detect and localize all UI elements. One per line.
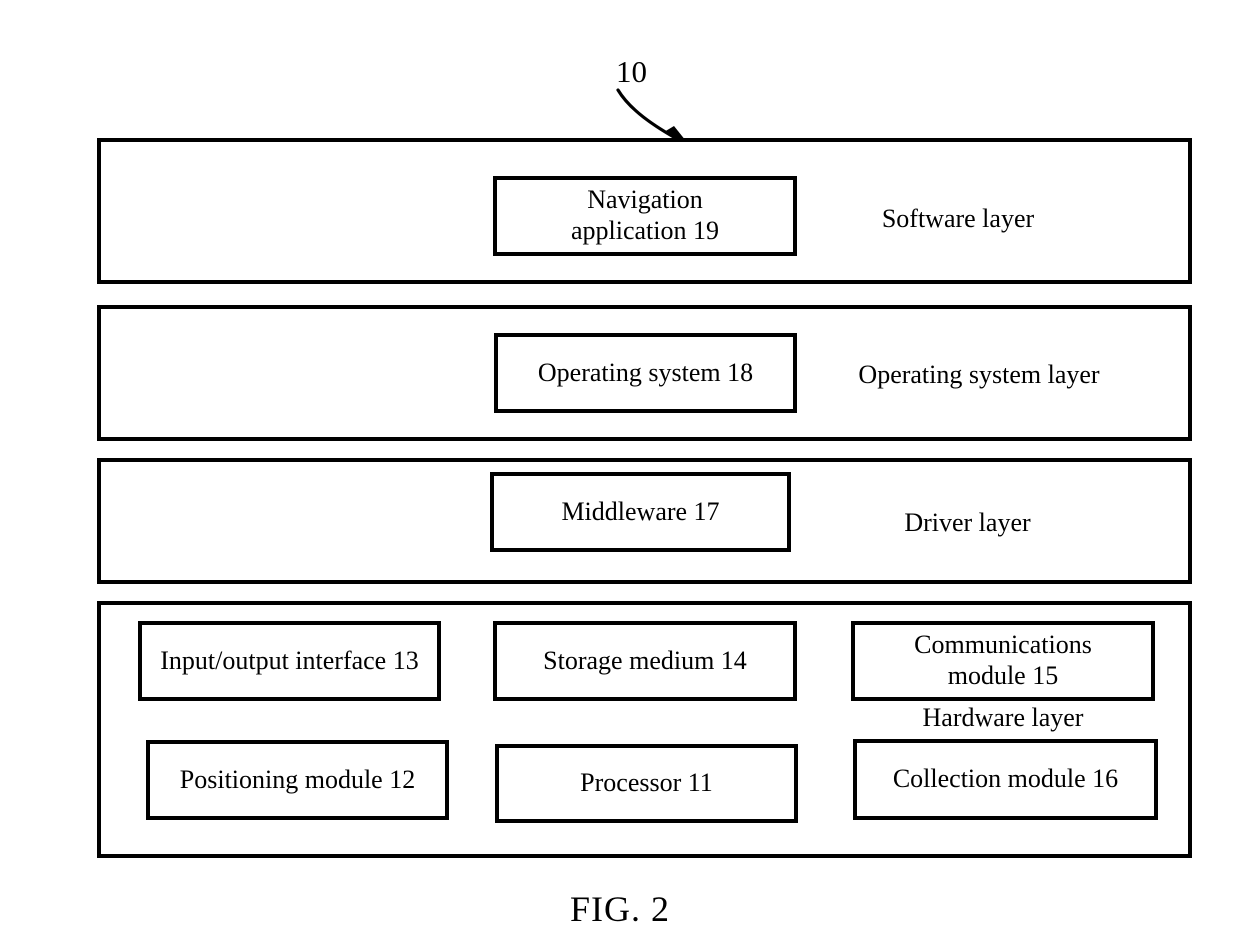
communications-module-box[interactable]: Communications module 15: [851, 621, 1155, 701]
operating-system-layer-caption: Operating system layer: [858, 360, 1100, 389]
processor-label: Processor 11: [580, 768, 713, 798]
software-layer-caption: Software layer: [881, 204, 1035, 233]
middleware-box[interactable]: Middleware 17: [490, 472, 791, 552]
storage-medium-box[interactable]: Storage medium 14: [493, 621, 797, 701]
storage-medium-label: Storage medium 14: [543, 645, 747, 675]
hardware-layer-caption: Hardware layer: [922, 703, 1084, 732]
collection-module-box[interactable]: Collection module 16: [853, 739, 1158, 820]
figure-caption: FIG. 2: [569, 889, 670, 929]
input-output-interface-box[interactable]: Input/output interface 13: [138, 621, 441, 701]
processor-box[interactable]: Processor 11: [495, 744, 798, 823]
navigation-application-label: Navigation application 19: [570, 185, 719, 245]
input-output-interface-label: Input/output interface 13: [160, 645, 419, 675]
reference-numeral-10: 10: [616, 54, 647, 89]
operating-system-label: Operating system 18: [537, 357, 754, 387]
middleware-label: Middleware 17: [561, 496, 720, 526]
navigation-application-box[interactable]: Navigation application 19: [493, 176, 797, 256]
positioning-module-box[interactable]: Positioning module 12: [146, 740, 449, 820]
driver-layer-caption: Driver layer: [904, 508, 1031, 537]
collection-module-label: Collection module 16: [892, 764, 1119, 794]
positioning-module-label: Positioning module 12: [179, 764, 416, 794]
operating-system-box[interactable]: Operating system 18: [494, 333, 797, 413]
communications-module-label: Communications module 15: [914, 630, 1092, 690]
patent-figure: 10 Navigation application 19 Software la…: [0, 0, 1240, 952]
